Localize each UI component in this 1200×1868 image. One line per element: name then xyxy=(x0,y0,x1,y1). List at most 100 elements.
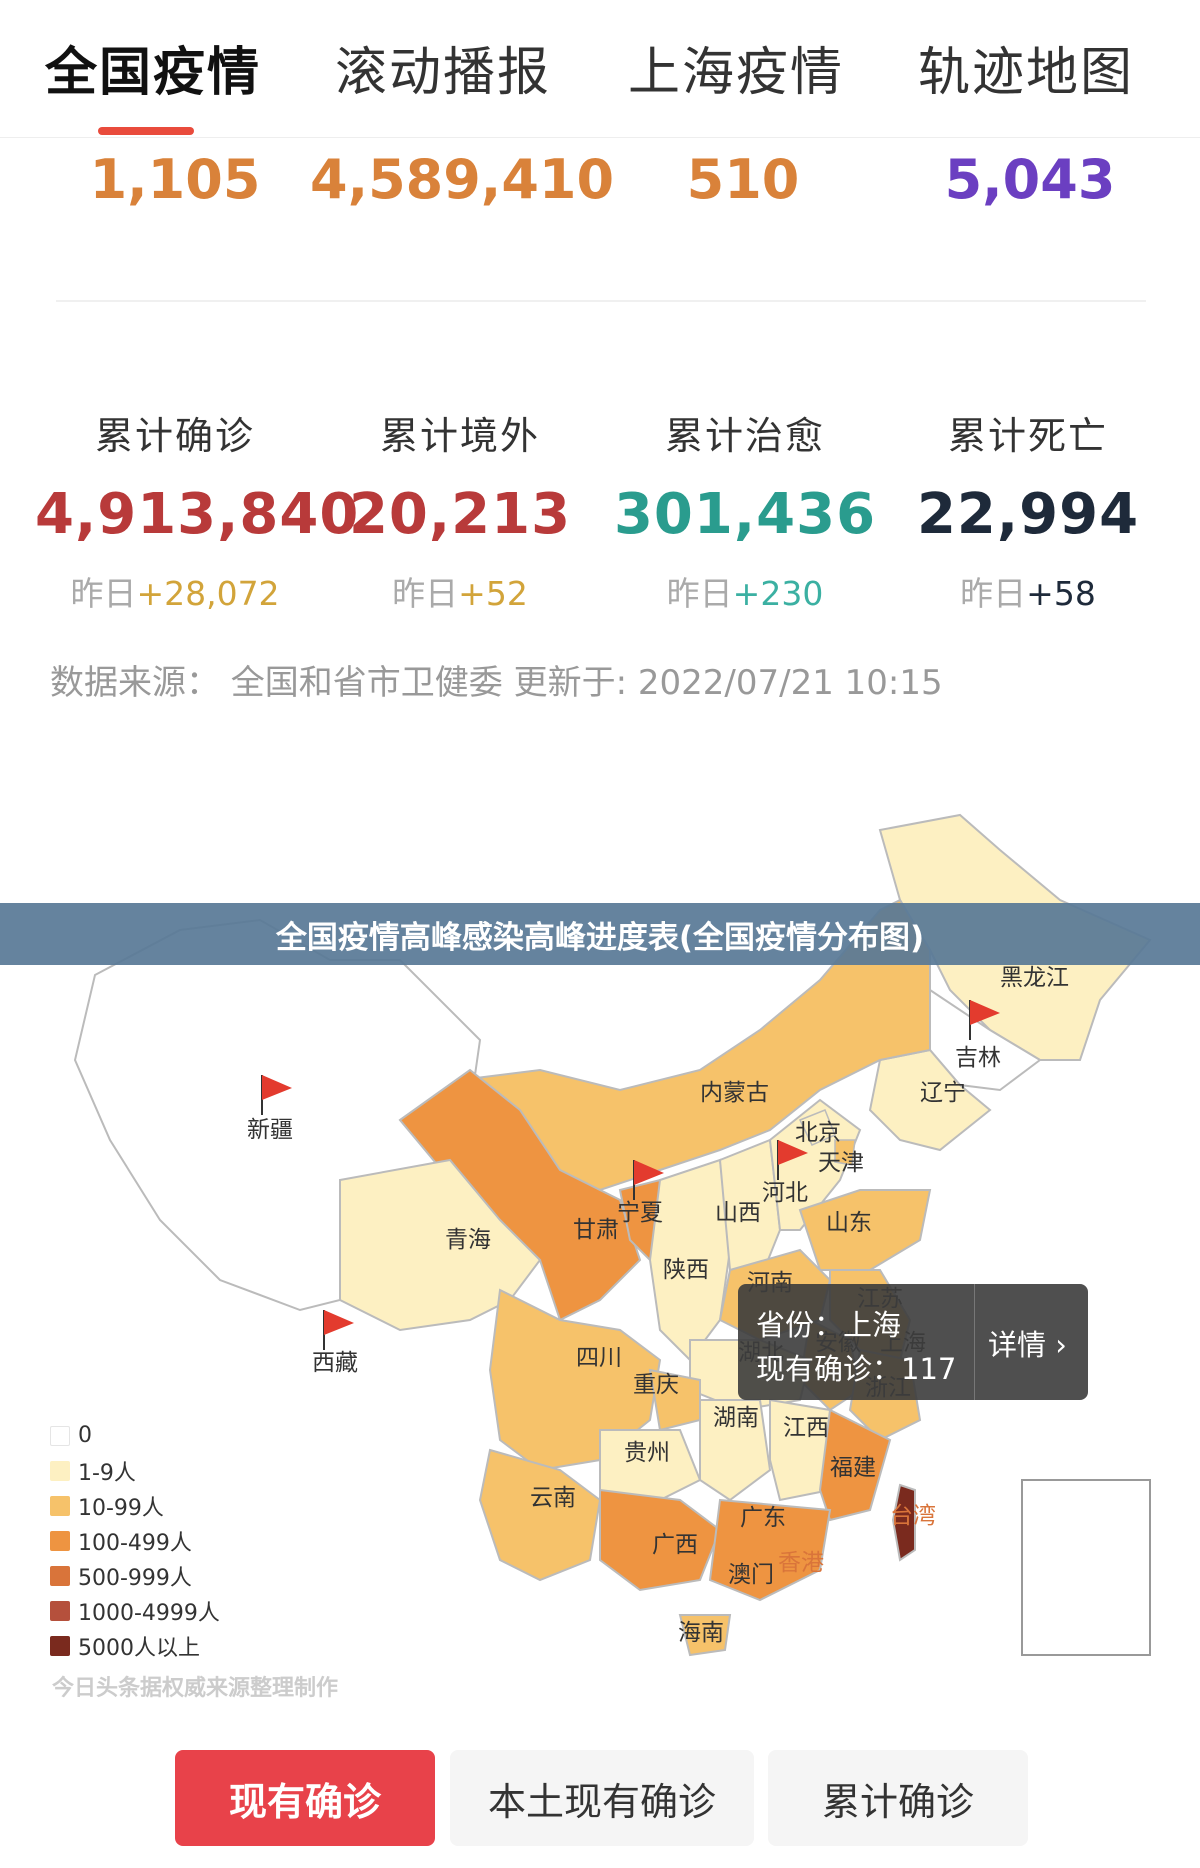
map-label-taiwan: 台湾 xyxy=(890,1503,936,1529)
tab-national[interactable]: 全国疫情 xyxy=(45,30,261,105)
tooltip-province: 省份：上海 xyxy=(756,1302,901,1344)
map-label-sichuan: 四川 xyxy=(576,1345,622,1371)
tab-shanghai[interactable]: 上海疫情 xyxy=(628,30,844,105)
watermark-text: 今日头条据权威来源整理制作 xyxy=(52,1676,339,1701)
stat-delta: 昨日+230 xyxy=(605,567,885,615)
map-label-ningxia: 宁夏 xyxy=(617,1200,663,1226)
map-label-aomen: 澳门 xyxy=(728,1562,774,1588)
section-divider xyxy=(56,300,1146,302)
legend-item: 0 xyxy=(50,1418,220,1453)
legend-label: 5000人以上 xyxy=(78,1635,200,1661)
legend-item: 100-499人 xyxy=(50,1523,220,1558)
stat-cumulative-cured: 累计治愈 301,436 昨日+230 xyxy=(605,405,885,615)
legend-item: 1000-4999人 xyxy=(50,1593,220,1628)
legend-swatch xyxy=(50,1635,70,1656)
delta-prefix: 昨日 xyxy=(392,574,459,613)
legend-label: 500-999人 xyxy=(78,1565,192,1591)
map-label-guangxi: 广西 xyxy=(652,1532,698,1558)
map-label-jiangxi: 江西 xyxy=(783,1415,829,1441)
stat-cumulative-deaths: 累计死亡 22,994 昨日+58 xyxy=(888,405,1168,615)
legend-swatch xyxy=(50,1460,70,1481)
summary-numbers-row: 1,105 4,589,410 510 5,043 xyxy=(0,138,1200,298)
delta-prefix: 昨日 xyxy=(70,574,137,613)
stat-value: 20,213 xyxy=(348,482,572,547)
tab-track-map[interactable]: 轨迹地图 xyxy=(918,30,1134,105)
summary-number: 5,043 xyxy=(944,148,1116,211)
map-label-shanxi: 山西 xyxy=(715,1200,761,1226)
tooltip-detail-link[interactable]: 详情 › xyxy=(988,1322,1067,1364)
map-label-liaoning: 辽宁 xyxy=(920,1080,966,1106)
map-label-guizhou: 贵州 xyxy=(624,1440,670,1466)
map-label-xizang: 西藏 xyxy=(312,1350,358,1376)
map-region-yunnan[interactable] xyxy=(478,1448,602,1582)
legend-swatch xyxy=(50,1495,70,1516)
active-tab-indicator xyxy=(98,127,194,135)
local-current-confirmed-button[interactable]: 本土现有确诊 xyxy=(450,1750,754,1846)
map-label-chongqing: 重庆 xyxy=(633,1372,679,1398)
stat-delta: 昨日+58 xyxy=(888,567,1168,615)
top-tab-bar: 全国疫情 滚动播报 上海疫情 轨迹地图 xyxy=(0,0,1200,138)
map-label-jilin: 吉林 xyxy=(955,1045,1001,1071)
map-label-hainan: 海南 xyxy=(678,1620,724,1646)
tab-rolling-news[interactable]: 滚动播报 xyxy=(335,30,551,105)
province-tooltip: 省份：上海 现有确诊：117 详情 › xyxy=(738,1284,1088,1400)
stat-label: 累计确诊 xyxy=(94,414,255,458)
stat-delta: 昨日+52 xyxy=(320,567,600,615)
map-label-tianjin: 天津 xyxy=(818,1150,864,1176)
tooltip-province-label: 省份： xyxy=(756,1308,844,1342)
south-china-sea-inset xyxy=(1021,1479,1151,1656)
map-legend: 0 1-9人 10-99人 100-499人 500-999人 1000-499… xyxy=(50,1418,220,1663)
stat-label: 累计死亡 xyxy=(947,414,1108,458)
map-label-beijing: 北京 xyxy=(795,1120,841,1146)
delta-value: +230 xyxy=(732,574,824,613)
legend-item: 10-99人 xyxy=(50,1488,220,1523)
current-confirmed-button[interactable]: 现有确诊 xyxy=(175,1750,435,1846)
legend-item: 5000人以上 xyxy=(50,1628,220,1663)
cumulative-confirmed-button[interactable]: 累计确诊 xyxy=(768,1750,1028,1846)
map-label-guangdong: 广东 xyxy=(740,1505,786,1531)
tooltip-current-label: 现有确诊： xyxy=(756,1352,902,1386)
data-source-text: 数据来源： 全国和省市卫健委 更新于: 2022/07/21 10:15 xyxy=(50,663,943,703)
delta-prefix: 昨日 xyxy=(666,574,733,613)
tooltip-current-value: 117 xyxy=(901,1352,957,1386)
legend-swatch xyxy=(50,1425,70,1446)
delta-value: +52 xyxy=(458,574,528,613)
stat-delta: 昨日+28,072 xyxy=(35,567,315,615)
delta-prefix: 昨日 xyxy=(960,574,1027,613)
legend-swatch xyxy=(50,1600,70,1621)
flag-icon xyxy=(323,1310,354,1350)
legend-swatch xyxy=(50,1565,70,1586)
delta-value: +28,072 xyxy=(136,574,280,613)
tooltip-current: 现有确诊：117 xyxy=(756,1346,956,1388)
map-label-qinghai: 青海 xyxy=(445,1227,491,1253)
map-label-heilongjiang: 黑龙江 xyxy=(1000,965,1069,991)
map-label-shandong: 山东 xyxy=(826,1210,872,1236)
stat-cumulative-confirmed: 累计确诊 4,913,840 昨日+28,072 xyxy=(35,405,358,615)
map-label-fujian: 福建 xyxy=(830,1455,876,1481)
legend-swatch xyxy=(50,1530,70,1551)
stat-cumulative-imported: 累计境外 20,213 昨日+52 xyxy=(320,405,600,615)
map-label-hunan: 湖南 xyxy=(713,1405,759,1431)
legend-item: 500-999人 xyxy=(50,1558,220,1593)
map-label-hebei: 河北 xyxy=(762,1180,808,1206)
legend-label: 1000-4999人 xyxy=(78,1600,220,1626)
tooltip-divider xyxy=(974,1284,975,1400)
map-label-xinjiang: 新疆 xyxy=(247,1117,293,1143)
map-label-gansu: 甘肃 xyxy=(573,1217,619,1243)
legend-item: 1-9人 xyxy=(50,1453,220,1488)
map-label-shaanxi: 陕西 xyxy=(663,1257,709,1283)
summary-number: 510 xyxy=(686,148,800,211)
stat-value: 301,436 xyxy=(613,482,877,547)
tooltip-province-value: 上海 xyxy=(843,1308,902,1342)
delta-value: +58 xyxy=(1026,574,1096,613)
map-label-yunnan: 云南 xyxy=(530,1485,576,1511)
title-banner: 全国疫情高峰感染高峰进度表(全国疫情分布图) xyxy=(0,903,1200,965)
summary-number: 1,105 xyxy=(89,148,261,211)
stat-label: 累计治愈 xyxy=(664,414,825,458)
stat-value: 22,994 xyxy=(916,482,1140,547)
legend-label: 0 xyxy=(78,1423,92,1448)
legend-label: 10-99人 xyxy=(78,1495,164,1521)
legend-label: 100-499人 xyxy=(78,1530,192,1556)
legend-label: 1-9人 xyxy=(78,1460,136,1486)
banner-title: 全国疫情高峰感染高峰进度表(全国疫情分布图) xyxy=(275,919,925,956)
